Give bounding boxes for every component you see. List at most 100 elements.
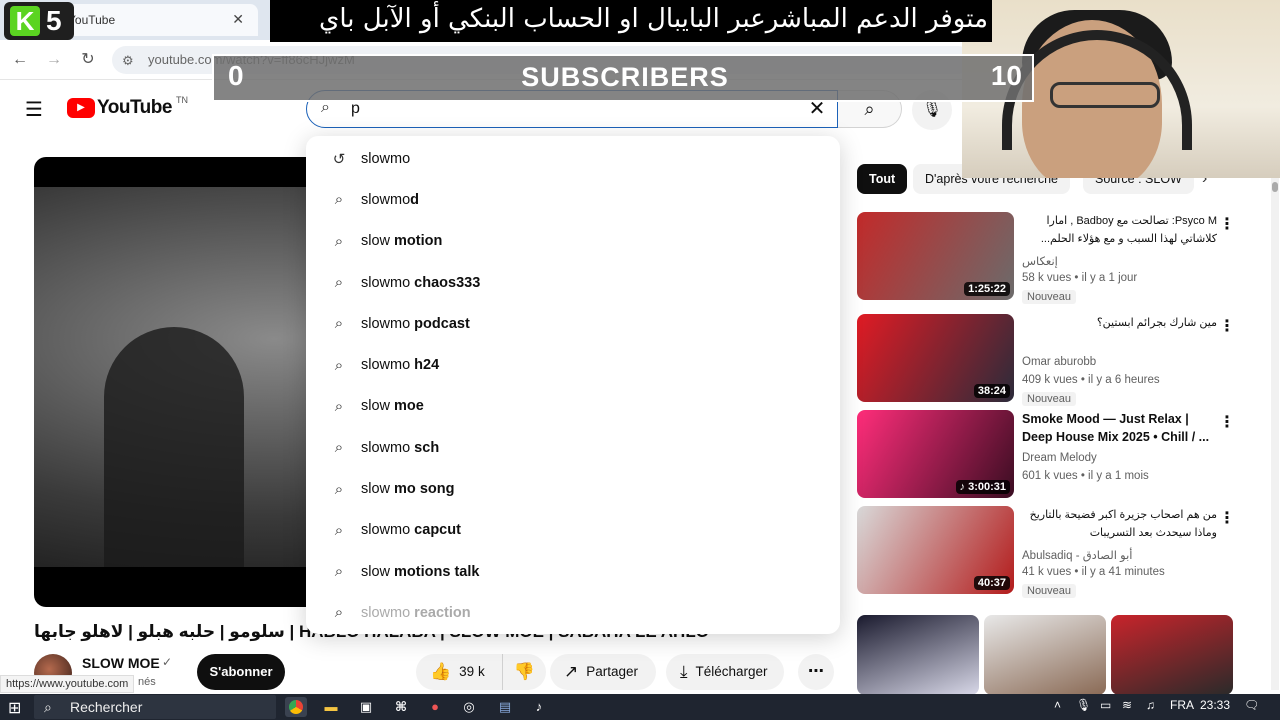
- recommended-video[interactable]: 38:24 مين شارك بجرائم ابستين؟ Omar aburobb…: [857, 314, 1235, 406]
- video-channel[interactable]: Abulsadiq - أبو الصادق: [1022, 548, 1133, 562]
- streamer-logo-k: K: [10, 6, 40, 36]
- short-thumbnail[interactable]: [984, 615, 1106, 695]
- tray-language[interactable]: FRA: [1170, 698, 1194, 712]
- search-icon: ⌕: [334, 604, 344, 622]
- subscribe-button[interactable]: S'abonner: [197, 654, 285, 690]
- streamer-logo-number: 5: [46, 5, 62, 36]
- video-thumbnail[interactable]: ♪ 3:00:31: [857, 410, 1014, 498]
- video-meta: 41 k vues • il y a 41 minutes: [1022, 566, 1165, 578]
- like-button[interactable]: 👍 39 k: [416, 654, 510, 690]
- suggestion-completion: motions talk: [390, 563, 480, 580]
- short-thumbnail[interactable]: [857, 615, 979, 695]
- kebab-menu-icon[interactable]: ⋮: [1219, 316, 1235, 336]
- store-icon[interactable]: ▣: [355, 697, 377, 717]
- youtube-region-code: TN: [175, 95, 188, 105]
- suggestion-completion: capcut: [410, 522, 461, 539]
- tab-close-icon[interactable]: ✕: [232, 11, 244, 28]
- suggestion-text: slowmo h24: [361, 357, 439, 373]
- short-thumbnail[interactable]: [1111, 615, 1233, 695]
- suggestion-item[interactable]: ⌕ slow motion: [306, 221, 840, 262]
- tray-mic-icon[interactable]: 🎙: [1076, 698, 1091, 712]
- suggestion-item[interactable]: ⌕ slowmo capcut: [306, 510, 840, 551]
- windows-start-icon[interactable]: ⊞: [8, 698, 21, 718]
- taskbar-search[interactable]: ⌕ Rechercher: [34, 695, 276, 719]
- page-scrollbar[interactable]: [1271, 178, 1279, 690]
- video-meta: 409 k vues • il y a 6 heures: [1022, 374, 1160, 386]
- kebab-menu-icon[interactable]: ⋮: [1219, 412, 1235, 432]
- suggestion-item[interactable]: ⌕ slowmo reaction: [306, 592, 840, 633]
- video-thumbnail[interactable]: 38:24: [857, 314, 1014, 402]
- video-channel[interactable]: إنعكاس: [1022, 254, 1058, 268]
- video-title[interactable]: Smoke Mood — Just Relax | Deep House Mix…: [1022, 410, 1217, 446]
- back-arrow-icon[interactable]: ←: [8, 48, 32, 72]
- search-icon: ⌕: [334, 480, 344, 498]
- obs-icon[interactable]: ◎: [458, 697, 480, 717]
- suggestion-item[interactable]: ⌕ slow mo song: [306, 468, 840, 509]
- site-info-icon[interactable]: ⚙: [122, 47, 134, 75]
- audio-app-icon[interactable]: ♪: [528, 697, 550, 717]
- recommended-video[interactable]: ♪ 3:00:31 Smoke Mood — Just Relax | Deep …: [857, 410, 1235, 500]
- search-input[interactable]: p: [351, 100, 360, 118]
- share-icon: ↗: [564, 662, 579, 681]
- share-button[interactable]: ↗ Partager: [550, 654, 656, 690]
- suggestion-item[interactable]: ⌕ slowmo chaos333: [306, 262, 840, 303]
- suggestion-item[interactable]: ⌕ slowmod: [306, 179, 840, 220]
- suggestion-item[interactable]: ⌕ slowmo podcast: [306, 303, 840, 344]
- search-button-icon: ⌕: [864, 99, 875, 119]
- streamer-logo: K 5: [4, 2, 74, 40]
- windows-taskbar: ⊞ ⌕ Rechercher ▬ ▣ ⌘ ● ◎ ▤ ♪ ˄ 🎙 ▭ ≋ ♫ F…: [0, 694, 1280, 720]
- search-icon: ⌕: [334, 397, 344, 415]
- video-channel[interactable]: Omar aburobb: [1022, 356, 1096, 368]
- youtube-logo[interactable]: ▶ YouTube TN: [67, 95, 188, 119]
- more-actions-button[interactable]: ⋯: [798, 654, 834, 690]
- file-explorer-icon[interactable]: ▬: [320, 697, 342, 717]
- video-title[interactable]: من هم اصحاب جزيرة اكبر فضيحة بالتاريخ وم…: [1022, 506, 1217, 542]
- filter-chip[interactable]: Tout: [857, 164, 908, 194]
- notification-icon[interactable]: 🗨: [1244, 698, 1259, 712]
- dislike-button[interactable]: 👎: [502, 654, 546, 690]
- video-title[interactable]: Psyco M: تصالحت مع Badboy , امارا كلاشات…: [1022, 212, 1217, 248]
- capcut-icon[interactable]: ⌘: [390, 697, 412, 717]
- suggestion-item[interactable]: ⌕ slow moe: [306, 386, 840, 427]
- kebab-menu-icon[interactable]: ⋮: [1219, 508, 1235, 528]
- menu-icon[interactable]: ☰: [22, 98, 46, 122]
- video-channel[interactable]: Dream Melody: [1022, 452, 1097, 464]
- video-duration: 40:37: [973, 576, 1010, 590]
- video-subject: [104, 327, 244, 567]
- channel-name[interactable]: SLOW MOE: [82, 655, 160, 671]
- video-thumbnail[interactable]: 1:25:22: [857, 212, 1014, 300]
- kebab-menu-icon[interactable]: ⋮: [1219, 214, 1235, 234]
- suggestion-text: slow mo song: [361, 481, 454, 497]
- chrome-icon[interactable]: [285, 697, 307, 717]
- suggestion-item[interactable]: ⌕ slowmo sch: [306, 427, 840, 468]
- download-label: Télécharger: [695, 664, 768, 679]
- taskbar-search-label: Rechercher: [70, 699, 143, 715]
- suggestion-completion: reaction: [410, 604, 471, 621]
- download-button[interactable]: ⤓ Télécharger: [666, 654, 784, 690]
- tray-clock[interactable]: 23:33: [1200, 698, 1230, 712]
- notepad-icon[interactable]: ▤: [494, 697, 516, 717]
- tray-battery-icon[interactable]: ▭: [1100, 698, 1111, 712]
- suggestion-item[interactable]: ⌕ slow motions talk: [306, 551, 840, 592]
- reload-icon[interactable]: ↻: [76, 48, 100, 72]
- recorder-icon[interactable]: ●: [424, 697, 446, 717]
- suggestion-text: slowmo: [361, 151, 410, 167]
- arabic-banner: متوفر الدعم المباشرعبر البايبال او الحسا…: [270, 0, 992, 42]
- tray-chevron-up-icon[interactable]: ˄: [1054, 698, 1061, 712]
- scrollbar-thumb[interactable]: [1272, 182, 1278, 192]
- recommended-video[interactable]: 1:25:22 Psyco M: تصالحت مع Badboy , امارا…: [857, 212, 1235, 304]
- suggestion-completion: h24: [410, 357, 440, 374]
- tray-wifi-icon[interactable]: ≋: [1122, 698, 1132, 712]
- suggestion-item[interactable]: ↺ slowmo: [306, 138, 840, 179]
- recommended-video[interactable]: 40:37 من هم اصحاب جزيرة اكبر فضيحة بالتار…: [857, 506, 1235, 598]
- suggestion-text: slowmo sch: [361, 440, 439, 456]
- video-title[interactable]: مين شارك بجرائم ابستين؟: [1022, 314, 1217, 332]
- forward-arrow-icon[interactable]: →: [42, 48, 66, 72]
- history-icon: ↺: [332, 150, 346, 168]
- suggestion-item[interactable]: ⌕ slowmo h24: [306, 344, 840, 385]
- like-count: 39 k: [459, 664, 485, 679]
- suggestion-text: slowmo capcut: [361, 522, 461, 538]
- video-duration: 1:25:22: [964, 282, 1010, 296]
- video-thumbnail[interactable]: 40:37: [857, 506, 1014, 594]
- tray-volume-icon[interactable]: ♫: [1146, 698, 1155, 712]
